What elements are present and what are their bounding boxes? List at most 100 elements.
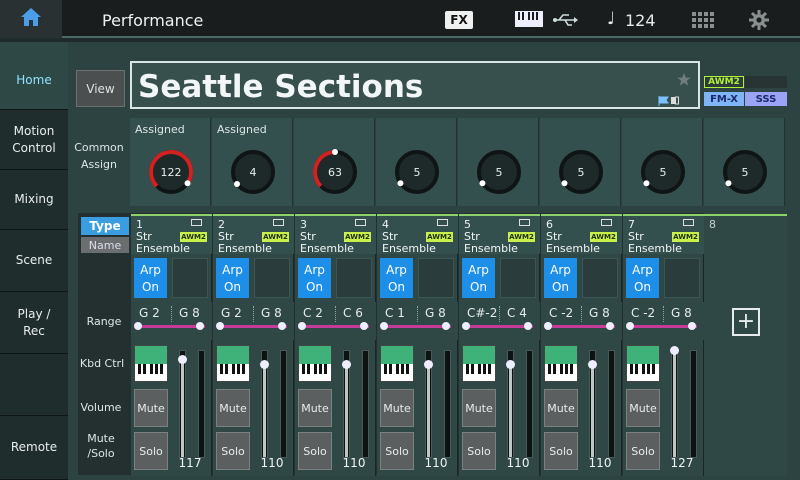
kbd-ctrl-toggle[interactable]: [626, 345, 660, 382]
range-low-handle[interactable]: [380, 322, 389, 330]
kbd-ctrl-toggle[interactable]: [544, 345, 578, 382]
note-range[interactable]: C 1 G 8: [377, 302, 458, 340]
assign-knob-cell[interactable]: Assigned 4: [212, 118, 293, 206]
mute-button[interactable]: Mute: [626, 389, 660, 427]
mute-button[interactable]: Mute: [298, 389, 332, 427]
fader-handle[interactable]: [178, 354, 187, 364]
assign-knob-cell[interactable]: 5: [458, 118, 539, 206]
part-header[interactable]: 7 Str Ensemble AWM2: [623, 214, 704, 255]
range-high-handle[interactable]: [441, 322, 450, 330]
volume-fader[interactable]: [670, 346, 679, 458]
mute-button[interactable]: Mute: [216, 389, 250, 427]
solo-button[interactable]: Solo: [462, 432, 496, 470]
solo-button[interactable]: Solo: [216, 432, 250, 470]
assign-knob[interactable]: 122: [147, 148, 195, 196]
view-button[interactable]: View: [76, 70, 125, 107]
volume-fader[interactable]: [342, 350, 351, 458]
volume-fader[interactable]: [506, 350, 515, 458]
fx-button[interactable]: FX: [445, 11, 473, 29]
range-high-handle[interactable]: [277, 322, 286, 330]
arp-on-button[interactable]: Arp On: [298, 258, 331, 298]
fader-handle[interactable]: [342, 360, 351, 370]
kbd-ctrl-toggle[interactable]: [216, 345, 250, 382]
solo-button[interactable]: Solo: [380, 432, 414, 470]
nav-remote[interactable]: Remote: [0, 416, 68, 480]
assign-knob[interactable]: 63: [311, 148, 359, 196]
add-part-button[interactable]: +: [732, 308, 760, 336]
assign-knob[interactable]: 4: [229, 148, 277, 196]
assign-knob[interactable]: 5: [639, 148, 687, 196]
name-tab[interactable]: Name: [81, 237, 129, 253]
part-header[interactable]: 6 Str Ensemble AWM2: [541, 214, 622, 255]
assign-knob-cell[interactable]: 5: [622, 118, 703, 206]
solo-button[interactable]: Solo: [298, 432, 332, 470]
mute-button[interactable]: Mute: [462, 389, 496, 427]
note-range[interactable]: C -2 G 8: [541, 302, 622, 340]
volume-fader[interactable]: [260, 350, 269, 458]
arp-on-button[interactable]: Arp On: [134, 258, 167, 298]
assign-knob-cell[interactable]: Assigned 122: [130, 118, 211, 206]
assign-knob[interactable]: 5: [475, 148, 523, 196]
tempo-value[interactable]: 124: [625, 11, 656, 30]
range-low-handle[interactable]: [216, 322, 225, 330]
range-high-handle[interactable]: [523, 322, 532, 330]
assign-knob[interactable]: 5: [721, 148, 769, 196]
range-high-handle[interactable]: [359, 322, 368, 330]
kbd-ctrl-toggle[interactable]: [134, 345, 168, 382]
nav-scene[interactable]: Scene: [0, 230, 68, 292]
note-range[interactable]: G 2 G 8: [131, 302, 212, 340]
arp-on-button[interactable]: Arp On: [462, 258, 495, 298]
range-low-handle[interactable]: [134, 322, 143, 330]
range-low-handle[interactable]: [298, 322, 307, 330]
arp-on-button[interactable]: Arp On: [380, 258, 413, 298]
nav-motion-control[interactable]: Motion Control: [0, 110, 68, 170]
solo-button[interactable]: Solo: [626, 432, 660, 470]
mute-button[interactable]: Mute: [134, 389, 168, 427]
kbd-ctrl-toggle[interactable]: [298, 345, 332, 382]
note-range[interactable]: C -2 G 8: [623, 302, 704, 340]
arp-on-button[interactable]: Arp On: [216, 258, 249, 298]
note-range[interactable]: G 2 G 8: [213, 302, 294, 340]
arp-on-button[interactable]: Arp On: [544, 258, 577, 298]
fader-handle[interactable]: [506, 360, 515, 370]
assign-knob-cell[interactable]: 5: [704, 118, 785, 206]
part-header[interactable]: 5 Str Ensemble AWM2: [459, 214, 540, 255]
home-button[interactable]: [0, 0, 62, 38]
volume-fader[interactable]: [424, 350, 433, 458]
fader-handle[interactable]: [670, 346, 679, 356]
assign-knob[interactable]: 5: [557, 148, 605, 196]
solo-button[interactable]: Solo: [544, 432, 578, 470]
nav-mixing[interactable]: Mixing: [0, 170, 68, 230]
kbd-ctrl-toggle[interactable]: [380, 345, 414, 382]
star-icon[interactable]: [677, 71, 691, 90]
performance-name-field[interactable]: Seattle Sections: [130, 61, 700, 109]
fader-handle[interactable]: [260, 360, 269, 370]
kbd-ctrl-toggle[interactable]: [462, 345, 496, 382]
part-header[interactable]: 4 Str Ensemble AWM2: [377, 214, 458, 255]
fader-handle[interactable]: [424, 360, 433, 370]
range-high-handle[interactable]: [605, 322, 614, 330]
assign-knob[interactable]: 5: [393, 148, 441, 196]
range-low-handle[interactable]: [462, 322, 471, 330]
assign-knob-cell[interactable]: 5: [376, 118, 457, 206]
part-header[interactable]: 2 Str Ensemble AWM2: [213, 214, 294, 255]
solo-button[interactable]: Solo: [134, 432, 168, 470]
part-header[interactable]: 1 Str Ensemble AWM2: [131, 214, 212, 255]
volume-fader[interactable]: [178, 350, 187, 458]
mute-button[interactable]: Mute: [544, 389, 578, 427]
assign-knob-cell[interactable]: 5: [540, 118, 621, 206]
nav-home[interactable]: Home: [0, 42, 68, 110]
part-header[interactable]: 3 Str Ensemble AWM2: [295, 214, 376, 255]
arp-on-button[interactable]: Arp On: [626, 258, 659, 298]
nav-play-rec[interactable]: Play / Rec: [0, 292, 68, 354]
gear-icon[interactable]: [749, 10, 769, 34]
note-range[interactable]: C#-2 C 4: [459, 302, 540, 340]
volume-fader[interactable]: [588, 350, 597, 458]
range-low-handle[interactable]: [626, 322, 635, 330]
range-high-handle[interactable]: [687, 322, 696, 330]
grid-icon[interactable]: [692, 12, 714, 32]
mute-button[interactable]: Mute: [380, 389, 414, 427]
type-tab[interactable]: Type: [81, 217, 129, 235]
range-high-handle[interactable]: [195, 322, 204, 330]
fader-handle[interactable]: [588, 360, 597, 370]
